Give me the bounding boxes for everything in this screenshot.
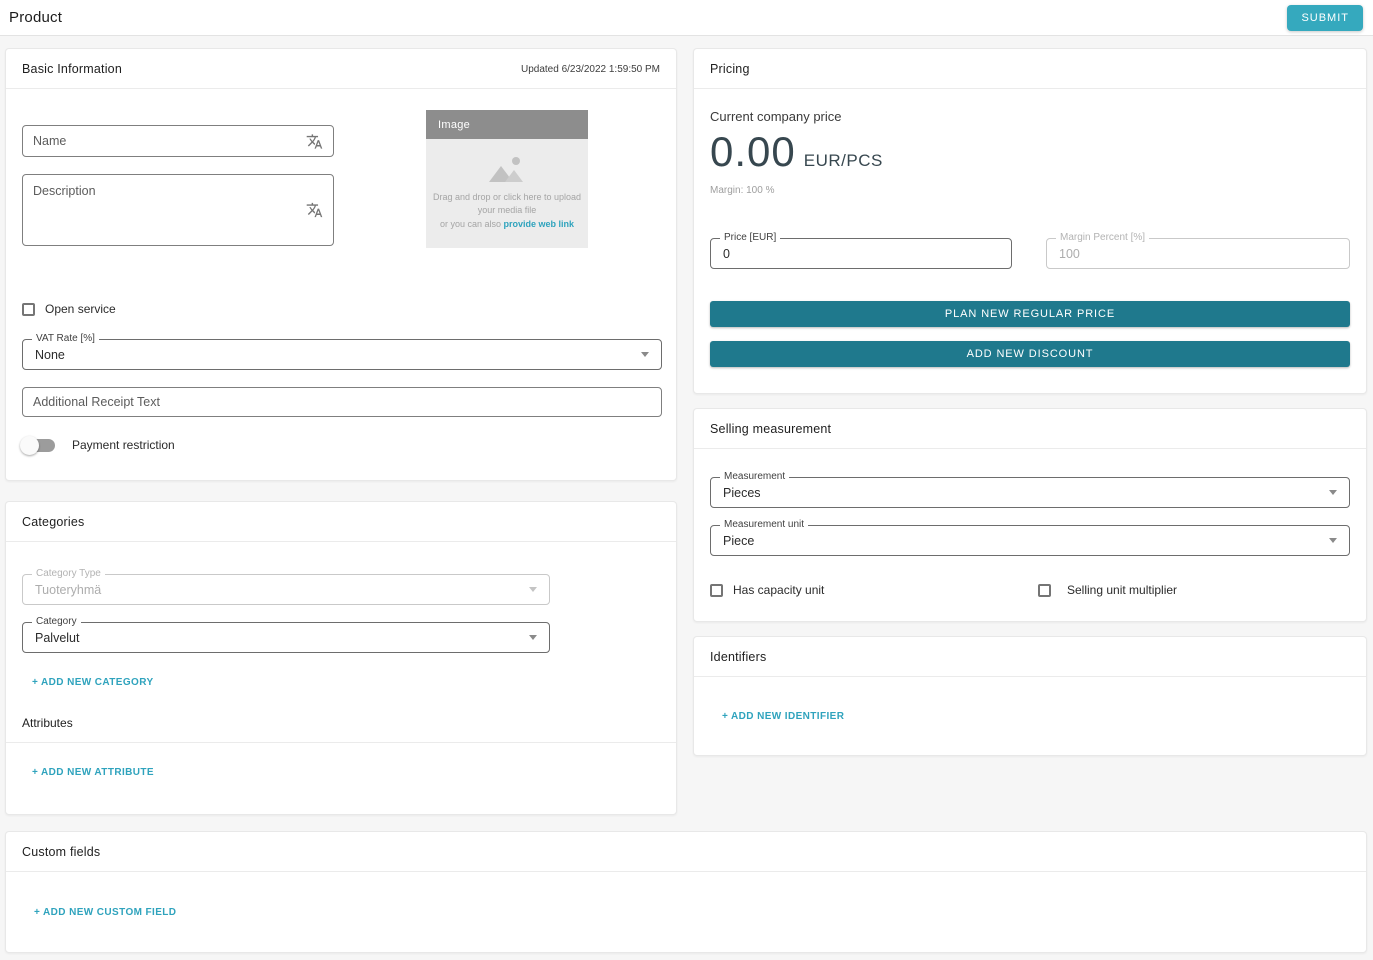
image-upload-area[interactable]: Image Drag and drop or click here (426, 110, 588, 248)
image-upload-title: Image (426, 110, 588, 139)
pricing-card: Pricing Current company price 0.00 EUR/P… (693, 48, 1367, 394)
add-new-category-link[interactable]: + ADD NEW CATEGORY (32, 677, 154, 688)
custom-fields-header: Custom fields (6, 832, 1366, 872)
custom-fields-card: Custom fields + ADD NEW CUSTOM FIELD (5, 831, 1367, 953)
vat-rate-value: None (35, 348, 641, 362)
identifiers-title: Identifiers (710, 650, 766, 664)
category-label: Category (32, 616, 81, 627)
page-title: Product (9, 9, 62, 26)
description-field[interactable]: Description (22, 174, 334, 246)
payment-restriction-toggle-row[interactable]: Payment restriction (22, 438, 175, 452)
vat-rate-select[interactable]: VAT Rate [%] None (22, 339, 662, 370)
payment-restriction-label: Payment restriction (72, 438, 175, 452)
translate-icon[interactable] (306, 133, 323, 150)
image-dropzone[interactable]: Drag and drop or click here to upload yo… (426, 139, 588, 248)
has-capacity-unit-row[interactable]: Has capacity unit (710, 583, 1038, 597)
category-type-value: Tuoteryhmä (35, 583, 529, 597)
attributes-title: Attributes (22, 716, 660, 730)
upload-hint-line3: or you can also (440, 219, 501, 229)
custom-fields-title: Custom fields (22, 845, 100, 859)
pricing-header: Pricing (694, 49, 1366, 89)
top-bar: Product SUBMIT (0, 0, 1373, 36)
margin-percent-field: Margin Percent [%] (1046, 238, 1350, 269)
dropdown-arrow-icon (1329, 538, 1337, 543)
category-type-label: Category Type (32, 568, 105, 579)
page-content: Basic Information Updated 6/23/2022 1:59… (0, 36, 1373, 960)
image-placeholder-icon (485, 156, 529, 187)
categories-card: Categories Category Type Tuoteryhmä Cate… (5, 501, 677, 815)
translate-icon[interactable] (306, 202, 323, 219)
margin-note: Margin: 100 % (710, 185, 1350, 196)
basic-information-card: Basic Information Updated 6/23/2022 1:59… (5, 48, 677, 481)
toggle-knob (20, 436, 39, 455)
payment-restriction-toggle[interactable] (22, 439, 55, 452)
margin-percent-input (1059, 247, 1337, 261)
open-service-checkbox-row[interactable]: Open service (22, 302, 116, 316)
basic-information-header: Basic Information Updated 6/23/2022 1:59… (6, 49, 676, 89)
vat-rate-label: VAT Rate [%] (32, 333, 99, 344)
category-select[interactable]: Category Palvelut (22, 622, 550, 653)
measurement-value: Pieces (723, 486, 1329, 500)
updated-timestamp: Updated 6/23/2022 1:59:50 PM (521, 64, 660, 75)
add-new-discount-button[interactable]: ADD NEW DISCOUNT (710, 341, 1350, 367)
dropdown-arrow-icon (529, 587, 537, 592)
current-company-price-label: Current company price (710, 109, 1350, 124)
category-value: Palvelut (35, 631, 529, 645)
upload-hint-line1: Drag and drop or click here to upload (433, 191, 581, 205)
current-price-unit: EUR/PCS (804, 151, 883, 171)
selling-measurement-header: Selling measurement (694, 409, 1366, 449)
selling-unit-multiplier-row[interactable]: Selling unit multiplier (1038, 583, 1177, 597)
measurement-unit-select[interactable]: Measurement unit Piece (710, 525, 1350, 556)
category-type-select: Category Type Tuoteryhmä (22, 574, 550, 605)
dropdown-arrow-icon (529, 635, 537, 640)
plan-new-regular-price-button[interactable]: PLAN NEW REGULAR PRICE (710, 301, 1350, 327)
open-service-checkbox[interactable] (22, 303, 35, 316)
additional-receipt-input[interactable]: Additional Receipt Text (22, 387, 662, 417)
pricing-title: Pricing (710, 62, 750, 76)
selling-unit-multiplier-checkbox[interactable] (1038, 584, 1051, 597)
dropdown-arrow-icon (1329, 490, 1337, 495)
measurement-label: Measurement (720, 471, 789, 482)
price-input-field[interactable]: Price [EUR] (710, 238, 1012, 269)
name-field[interactable]: Name (22, 125, 334, 157)
description-field-label: Description (33, 184, 96, 198)
categories-header: Categories (6, 502, 676, 542)
measurement-unit-label: Measurement unit (720, 519, 808, 530)
basic-information-title: Basic Information (22, 62, 122, 76)
attributes-divider (6, 742, 676, 743)
price-input[interactable] (723, 247, 999, 261)
identifiers-header: Identifiers (694, 637, 1366, 677)
open-service-label: Open service (45, 302, 116, 316)
identifiers-card: Identifiers + ADD NEW IDENTIFIER (693, 636, 1367, 756)
margin-percent-label: Margin Percent [%] (1056, 232, 1149, 243)
add-new-custom-field-link[interactable]: + ADD NEW CUSTOM FIELD (34, 907, 176, 918)
measurement-unit-value: Piece (723, 534, 1329, 548)
selling-unit-multiplier-label: Selling unit multiplier (1067, 583, 1177, 597)
has-capacity-unit-checkbox[interactable] (710, 584, 723, 597)
provide-web-link[interactable]: provide web link (504, 219, 575, 229)
dropdown-arrow-icon (641, 352, 649, 357)
add-new-identifier-link[interactable]: + ADD NEW IDENTIFIER (722, 711, 844, 722)
add-new-attribute-link[interactable]: + ADD NEW ATTRIBUTE (32, 767, 154, 778)
selling-measurement-card: Selling measurement Measurement Pieces M… (693, 408, 1367, 622)
selling-measurement-title: Selling measurement (710, 422, 831, 436)
submit-button[interactable]: SUBMIT (1287, 5, 1363, 31)
name-field-label: Name (33, 134, 66, 148)
additional-receipt-label: Additional Receipt Text (33, 395, 160, 409)
has-capacity-unit-label: Has capacity unit (733, 583, 824, 597)
categories-title: Categories (22, 515, 84, 529)
upload-hint-line2: your media file (478, 204, 537, 218)
current-price-value: 0.00 (710, 128, 796, 176)
price-input-label: Price [EUR] (720, 232, 780, 243)
measurement-select[interactable]: Measurement Pieces (710, 477, 1350, 508)
